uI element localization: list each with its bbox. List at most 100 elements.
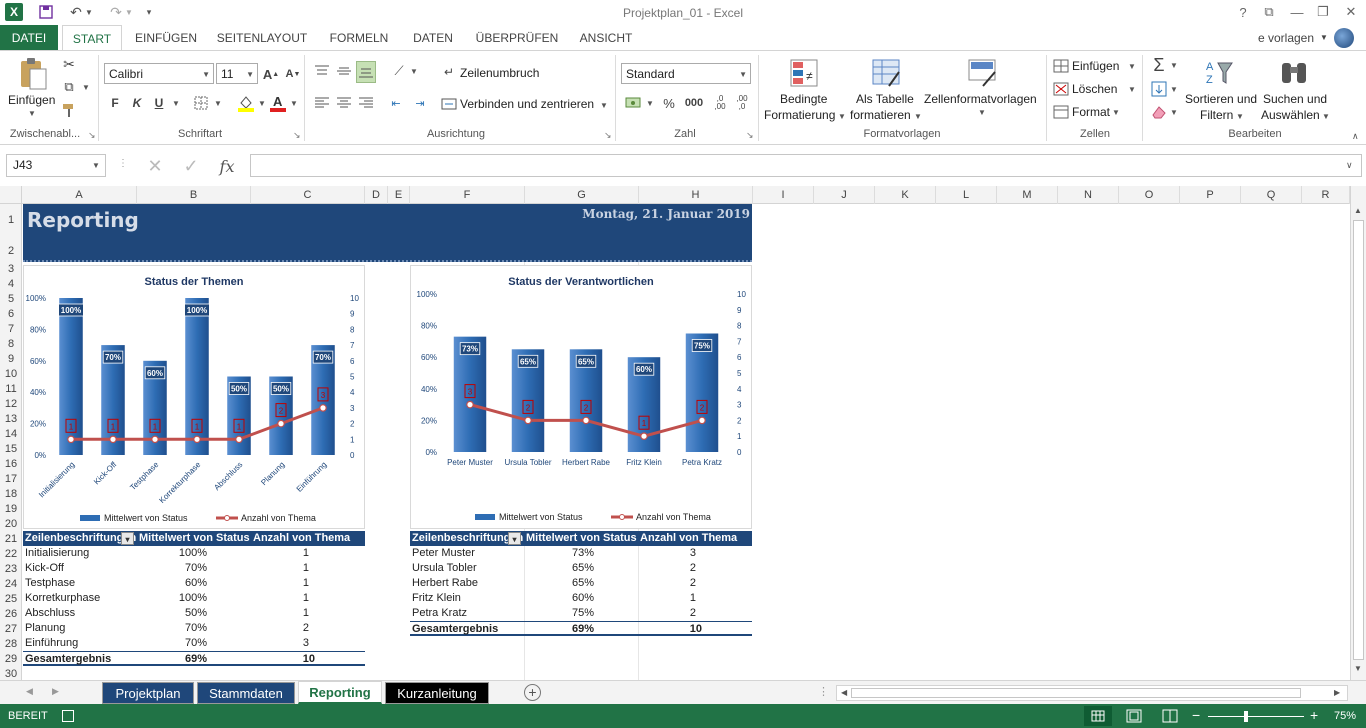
- format-cells-icon[interactable]: [1052, 103, 1070, 121]
- table-row-total[interactable]: Gesamtergebnis 69% 10: [410, 621, 752, 636]
- zoom-in-icon[interactable]: +: [1310, 707, 1318, 723]
- number-launcher-icon[interactable]: ↘: [746, 130, 754, 141]
- filter-icon[interactable]: ▾: [508, 532, 521, 545]
- align-middle-icon[interactable]: [334, 61, 354, 81]
- sheet-tab-kurzanleitung[interactable]: Kurzanleitung: [385, 682, 489, 704]
- table-row[interactable]: Einführung 70% 3: [23, 636, 365, 651]
- table-row[interactable]: Ursula Tobler 65% 2: [410, 561, 752, 576]
- table-row[interactable]: Kick-Off 70% 1: [23, 561, 365, 576]
- chart-status-themen[interactable]: Status der Themen 0% 20% 40% 60% 80% 100% 0 1 2 3…: [23, 265, 365, 529]
- help-button[interactable]: ?: [1230, 2, 1256, 22]
- tab-ueberpruefen[interactable]: ÜBERPRÜFEN: [472, 25, 562, 50]
- scroll-up-icon[interactable]: ▲: [1354, 206, 1362, 215]
- table-row[interactable]: Initialisierung 100% 1: [23, 546, 365, 561]
- conditional-formatting-icon[interactable]: ≠: [788, 57, 820, 89]
- row-header[interactable]: 1: [0, 214, 22, 226]
- name-box[interactable]: J43: [6, 154, 106, 177]
- column-header[interactable]: O: [1119, 186, 1180, 204]
- row-header[interactable]: 28: [0, 638, 22, 650]
- delete-cells-dropdown-icon[interactable]: ▼: [1128, 85, 1136, 94]
- row-header[interactable]: 10: [0, 368, 22, 380]
- horizontal-scrollbar[interactable]: ◀ ▶: [836, 685, 1348, 701]
- row-header[interactable]: 26: [0, 608, 22, 620]
- table-row[interactable]: Petra Kratz 75% 2: [410, 606, 752, 621]
- select-all-corner[interactable]: [0, 186, 22, 204]
- orientation-icon[interactable]: ⟋: [388, 61, 410, 81]
- table-row-total[interactable]: Gesamtergebnis 69% 10: [23, 651, 365, 666]
- font-color-icon[interactable]: A: [268, 93, 288, 113]
- tab-seitenlayout[interactable]: SEITENLAYOUT: [212, 25, 312, 50]
- account-dropdown-icon[interactable]: ▼: [1318, 25, 1330, 50]
- clear-icon[interactable]: [1150, 103, 1168, 121]
- tab-ansicht[interactable]: ANSICHT: [572, 25, 640, 50]
- row-header[interactable]: 12: [0, 398, 22, 410]
- table-row[interactable]: Abschluss 50% 1: [23, 606, 365, 621]
- fill-dropdown-icon[interactable]: ▼: [1170, 85, 1178, 94]
- row-header[interactable]: 16: [0, 458, 22, 470]
- row-header[interactable]: 3: [0, 263, 22, 275]
- column-header[interactable]: Q: [1241, 186, 1302, 204]
- row-header[interactable]: 5: [0, 293, 22, 305]
- font-size-dropdown-icon[interactable]: ▼: [246, 70, 254, 79]
- fill-color-icon[interactable]: [236, 93, 256, 113]
- row-header[interactable]: 29: [0, 653, 22, 665]
- alignment-launcher-icon[interactable]: ↘: [604, 130, 612, 141]
- row-header[interactable]: 8: [0, 338, 22, 350]
- tab-daten[interactable]: DATEN: [406, 25, 460, 50]
- insert-cells-icon[interactable]: [1052, 57, 1070, 75]
- tab-datei[interactable]: DATEI: [0, 25, 58, 50]
- enter-icon[interactable]: ✓: [180, 155, 202, 177]
- merge-center-icon[interactable]: [440, 95, 458, 113]
- row-header[interactable]: 21: [0, 533, 22, 545]
- avatar[interactable]: [1334, 28, 1354, 48]
- column-header[interactable]: F: [410, 186, 525, 204]
- row-header[interactable]: 9: [0, 353, 22, 365]
- find-select-label-2[interactable]: Auswählen: [1261, 108, 1320, 122]
- percent-button[interactable]: %: [660, 93, 678, 113]
- table-row[interactable]: Testphase 60% 1: [23, 576, 365, 591]
- copy-icon[interactable]: ⧉: [60, 78, 78, 96]
- formula-bar-splitter-icon[interactable]: ⋮: [118, 158, 128, 169]
- cell-styles-dropdown-icon[interactable]: ▼: [978, 108, 986, 117]
- tab-splitter-icon[interactable]: ⋮: [818, 685, 829, 698]
- column-header[interactable]: J: [814, 186, 875, 204]
- find-select-dropdown-icon[interactable]: ▼: [1322, 112, 1330, 121]
- clear-dropdown-icon[interactable]: ▼: [1170, 108, 1178, 117]
- hscroll-thumb[interactable]: [851, 688, 1301, 698]
- sort-filter-label-2[interactable]: Filtern: [1200, 108, 1233, 122]
- row-header[interactable]: 24: [0, 578, 22, 590]
- hscroll-right-icon[interactable]: ▶: [1334, 688, 1340, 697]
- column-header[interactable]: K: [875, 186, 936, 204]
- sheet-prev-icon[interactable]: ◀: [26, 686, 33, 697]
- cancel-icon[interactable]: ✕: [144, 155, 166, 177]
- decrease-font-icon[interactable]: A ▼: [284, 65, 302, 83]
- conditional-formatting-label-1[interactable]: Bedingte: [780, 92, 827, 106]
- italic-button[interactable]: K: [128, 93, 146, 113]
- name-box-dropdown-icon[interactable]: ▼: [92, 161, 100, 170]
- sort-filter-icon[interactable]: AZ: [1204, 57, 1236, 89]
- row-header[interactable]: 15: [0, 443, 22, 455]
- zoom-slider-thumb[interactable]: [1244, 711, 1248, 722]
- table-row[interactable]: Korretkurphase 100% 1: [23, 591, 365, 606]
- column-header[interactable]: G: [525, 186, 639, 204]
- wrap-text-icon[interactable]: ↵: [440, 63, 458, 81]
- delete-cells-button[interactable]: Löschen: [1072, 82, 1117, 96]
- insert-cells-dropdown-icon[interactable]: ▼: [1128, 62, 1136, 71]
- number-format-dropdown-icon[interactable]: ▼: [739, 70, 747, 79]
- vertical-scrollbar[interactable]: ▲ ▼: [1350, 186, 1366, 680]
- align-center-icon[interactable]: [334, 93, 354, 113]
- filter-icon[interactable]: ▾: [121, 532, 134, 545]
- add-sheet-icon[interactable]: +: [524, 684, 541, 701]
- table-row[interactable]: Fritz Klein 60% 1: [410, 591, 752, 606]
- paste-button[interactable]: Einfügen: [8, 93, 55, 107]
- table-row[interactable]: Planung 70% 2: [23, 621, 365, 636]
- wrap-text-button[interactable]: Zeilenumbruch: [460, 66, 539, 80]
- row-header[interactable]: 2: [0, 245, 22, 257]
- zoom-slider[interactable]: [1208, 711, 1304, 722]
- format-as-table-label-2[interactable]: formatieren: [850, 108, 911, 122]
- find-select-icon[interactable]: [1278, 57, 1310, 89]
- row-header[interactable]: 17: [0, 473, 22, 485]
- paste-dropdown-icon[interactable]: ▼: [28, 109, 36, 118]
- ribbon-display-options-icon[interactable]: ⧉: [1256, 2, 1282, 22]
- merge-dropdown-icon[interactable]: ▼: [600, 101, 608, 110]
